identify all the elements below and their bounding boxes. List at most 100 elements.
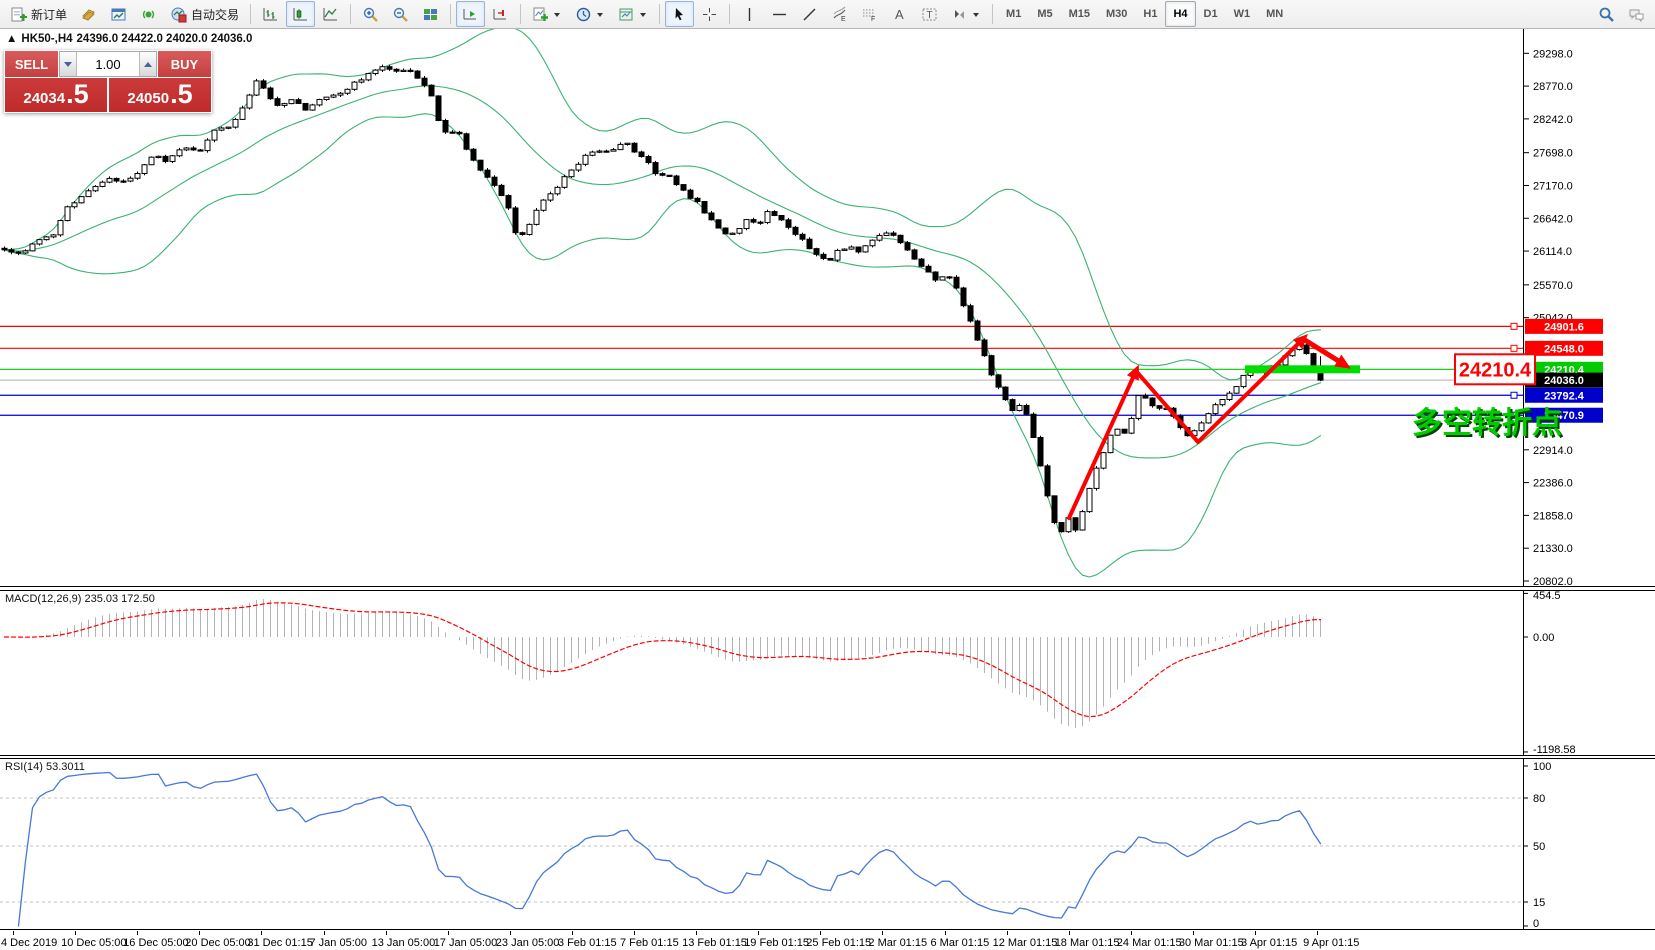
zoom-out-button[interactable] xyxy=(386,1,415,27)
time-tick xyxy=(572,931,573,935)
timeframe-w1-button[interactable]: W1 xyxy=(1226,1,1259,27)
svg-text:454.5: 454.5 xyxy=(1533,590,1561,602)
timeframe-mn-button[interactable]: MN xyxy=(1258,1,1291,27)
rsi-panel[interactable]: 1008050150 xyxy=(0,758,1655,930)
time-label: 24 Mar 01:15 xyxy=(1117,937,1182,949)
time-tick xyxy=(199,931,200,935)
one-click-toggle-icon[interactable]: ▲ xyxy=(6,33,17,45)
fibonacci-tool-button[interactable]: F xyxy=(855,1,884,27)
time-tick xyxy=(75,931,76,935)
indicators-button[interactable] xyxy=(526,1,568,27)
tile-windows-button[interactable] xyxy=(416,1,445,27)
timeframe-m5-button[interactable]: M5 xyxy=(1029,1,1060,27)
cursor-tool-button[interactable] xyxy=(665,1,694,27)
macd-panel[interactable]: 454.50.00-1198.58 xyxy=(0,590,1655,756)
arrows-tool-button[interactable] xyxy=(945,1,987,27)
time-label: 7 Feb 01:15 xyxy=(620,937,679,949)
toolbar-separator xyxy=(520,4,521,24)
text-tool-button[interactable]: A xyxy=(885,1,914,27)
periods-button[interactable] xyxy=(569,1,611,27)
svg-text:27698.0: 27698.0 xyxy=(1533,148,1573,160)
bar-chart-button[interactable] xyxy=(256,1,285,27)
volume-increase-button[interactable] xyxy=(139,52,156,76)
toolbar-separator xyxy=(250,4,251,24)
dropdown-arrow-icon xyxy=(639,6,648,23)
signals-button[interactable] xyxy=(134,1,163,27)
channel-tool-button[interactable]: E xyxy=(825,1,854,27)
time-label: 16 Dec 05:00 xyxy=(123,937,188,949)
time-tick xyxy=(386,931,387,935)
svg-text:21330.0: 21330.0 xyxy=(1533,543,1573,555)
buy-price-frac: .5 xyxy=(170,81,193,107)
vertical-line-tool-button[interactable] xyxy=(735,1,764,27)
svg-text:27170.0: 27170.0 xyxy=(1533,180,1573,192)
time-label: 19 Feb 01:15 xyxy=(744,937,809,949)
text-label-tool-button[interactable]: T xyxy=(915,1,944,27)
time-tick xyxy=(696,931,697,935)
svg-text:26642.0: 26642.0 xyxy=(1533,213,1573,225)
toolbar-separator xyxy=(992,4,993,24)
time-label: 31 Dec 01:15 xyxy=(247,937,312,949)
svg-text:23792.4: 23792.4 xyxy=(1544,390,1585,402)
volume-decrease-button[interactable] xyxy=(60,52,77,76)
candlestick-chart-button[interactable] xyxy=(286,1,315,27)
time-label: 18 Mar 01:15 xyxy=(1055,937,1120,949)
timeframe-h4-button[interactable]: H4 xyxy=(1165,1,1195,27)
chat-button[interactable] xyxy=(1622,1,1651,27)
candlestick-chart-icon xyxy=(292,6,309,23)
timeframe-d1-button[interactable]: D1 xyxy=(1196,1,1226,27)
new-order-icon xyxy=(10,6,27,23)
trendline-icon xyxy=(801,6,818,23)
crosshair-tool-button[interactable] xyxy=(695,1,724,27)
svg-text:22386.0: 22386.0 xyxy=(1533,478,1573,490)
triangle-down-icon xyxy=(64,62,72,67)
search-icon xyxy=(1598,6,1615,23)
autotrading-button[interactable]: 自动交易 xyxy=(164,1,245,27)
time-axis[interactable]: 4 Dec 201910 Dec 05:0016 Dec 05:0020 Dec… xyxy=(0,931,1655,950)
chart-shift-button[interactable] xyxy=(486,1,515,27)
vertical-line-icon xyxy=(741,6,758,23)
time-label: 4 Dec 2019 xyxy=(1,937,57,949)
metaeditor-button[interactable] xyxy=(74,1,103,27)
time-tick xyxy=(1317,931,1318,935)
time-label: 6 Mar 01:15 xyxy=(931,937,990,949)
toolbar: 新订单 自动交易 xyxy=(0,0,1655,29)
sell-price[interactable]: 24034.5 xyxy=(5,78,107,112)
new-order-button[interactable]: 新订单 xyxy=(4,1,73,27)
auto-scroll-button[interactable] xyxy=(456,1,485,27)
svg-text:100: 100 xyxy=(1533,761,1551,773)
svg-text:24548.0: 24548.0 xyxy=(1544,343,1584,355)
templates-icon xyxy=(618,6,635,23)
line-chart-icon xyxy=(322,6,339,23)
trendline-tool-button[interactable] xyxy=(795,1,824,27)
autotrading-label: 自动交易 xyxy=(191,6,239,23)
timeframe-h1-button[interactable]: H1 xyxy=(1135,1,1165,27)
search-button[interactable] xyxy=(1592,1,1621,27)
line-chart-button[interactable] xyxy=(316,1,345,27)
buy-button[interactable]: BUY xyxy=(158,51,211,77)
svg-text:24901.6: 24901.6 xyxy=(1544,321,1584,333)
chart-window-button[interactable] xyxy=(104,1,133,27)
sell-button[interactable]: SELL xyxy=(5,51,58,77)
time-label: 25 Feb 01:15 xyxy=(806,937,871,949)
buy-price[interactable]: 24050.5 xyxy=(109,78,211,112)
chart-workspace: ▲HK50-,H424396.0 24422.0 24020.0 24036.0… xyxy=(0,29,1655,950)
zoom-in-button[interactable] xyxy=(356,1,385,27)
time-tick xyxy=(1255,931,1256,935)
timeframe-m15-button[interactable]: M15 xyxy=(1061,1,1098,27)
zoom-out-icon xyxy=(392,6,409,23)
svg-text:29298.0: 29298.0 xyxy=(1533,48,1573,60)
text-label-icon: T xyxy=(921,6,938,23)
timeframe-m1-button[interactable]: M1 xyxy=(998,1,1029,27)
time-label: 13 Jan 05:00 xyxy=(372,937,436,949)
templates-button[interactable] xyxy=(612,1,654,27)
svg-text:A: A xyxy=(895,7,904,22)
volume-input[interactable]: 1.00 xyxy=(77,52,139,76)
horizontal-line-tool-button[interactable] xyxy=(765,1,794,27)
main-chart-panel[interactable]: 29298.028770.028242.027698.027170.026642… xyxy=(0,29,1655,587)
arrows-tool-icon xyxy=(951,6,968,23)
chart-shift-icon xyxy=(492,6,509,23)
timeframe-m30-button[interactable]: M30 xyxy=(1098,1,1135,27)
bar-chart-icon xyxy=(262,6,279,23)
toolbar-separator xyxy=(659,4,660,24)
